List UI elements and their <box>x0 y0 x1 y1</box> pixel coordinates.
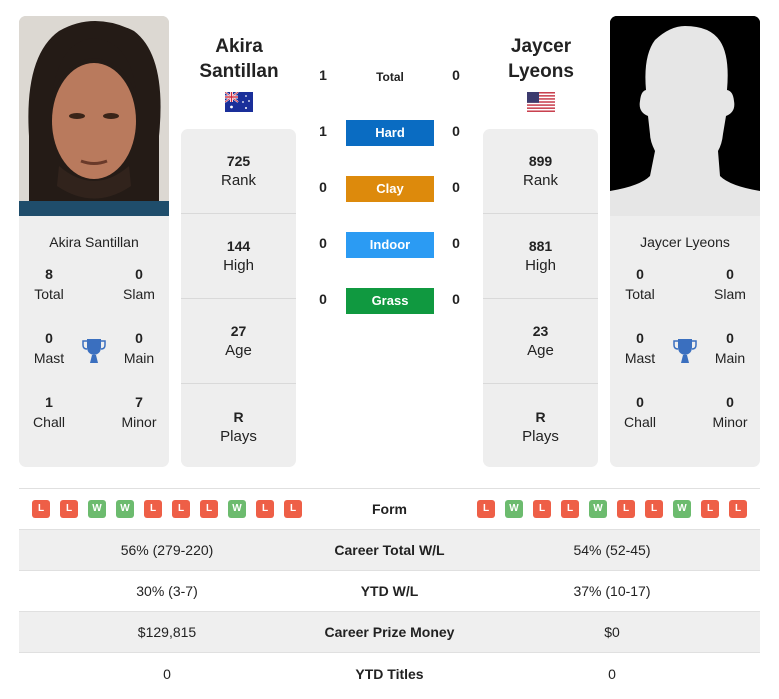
form-win-badge[interactable]: W <box>505 500 523 518</box>
player2-value: 37% (10-17) <box>573 583 651 599</box>
trophy-icon <box>673 339 697 363</box>
h2h-player2-wins: 0 <box>452 235 460 251</box>
surface-total-label: Total <box>376 70 404 84</box>
titles-mast: 0 Mast <box>33 330 65 366</box>
silhouette-icon <box>610 16 760 216</box>
player1-name[interactable]: Akira Santillan <box>174 34 304 84</box>
stat-high: 144 High <box>181 214 296 299</box>
player1-value: 56% (279-220) <box>120 542 214 558</box>
form-loss-badge[interactable]: L <box>645 500 663 518</box>
titles-total: 8 Total <box>34 266 64 302</box>
player1-photo <box>19 16 169 216</box>
table-row: 0 YTD Titles 0 <box>19 653 760 694</box>
titles-minor: 0 Minor <box>712 394 748 430</box>
form-loss-badge[interactable]: L <box>701 500 719 518</box>
australia-flag-icon <box>225 92 253 112</box>
table-row: 30% (3-7) YTD W/L 37% (10-17) <box>19 571 760 612</box>
player1-card-name: Akira Santillan <box>49 234 139 250</box>
row-label: Career Total W/L <box>334 542 445 558</box>
form-win-badge[interactable]: W <box>88 500 106 518</box>
h2h-row-indoor: 0 Indoor 0 <box>310 232 470 258</box>
stat-age: 27 Age <box>181 299 296 384</box>
player2-value: $0 <box>604 624 620 640</box>
form-loss-badge[interactable]: L <box>617 500 635 518</box>
player-face-image <box>19 16 169 216</box>
h2h-player1-wins: 0 <box>319 291 327 307</box>
form-loss-badge[interactable]: L <box>172 500 190 518</box>
player1-stats: 725 Rank 144 High 27 Age R Plays <box>181 129 296 467</box>
form-loss-badge[interactable]: L <box>561 500 579 518</box>
player1-form: LLWWLLLWLL <box>19 500 315 518</box>
titles-minor: 7 Minor <box>121 394 157 430</box>
player2-card-name: Jaycer Lyeons <box>640 234 730 250</box>
form-win-badge[interactable]: W <box>116 500 134 518</box>
surface-clay-label[interactable]: Clay <box>346 176 434 202</box>
surface-indoor-label[interactable]: Indoor <box>346 232 434 258</box>
row-label: YTD W/L <box>360 583 419 599</box>
player1-card: Akira Santillan 8 Total 0 Slam 0 Mast 0 Main… <box>19 16 169 467</box>
row-label: YTD Titles <box>355 665 424 682</box>
stat-plays: R Plays <box>522 408 559 445</box>
comparison-table: LLWWLLLWLL Form LWLLWLLWLL 56% (279-220)… <box>19 488 760 694</box>
h2h-player1-wins: 1 <box>319 123 327 139</box>
titles-main: 0 Main <box>714 330 746 366</box>
titles-slam: 0 Slam <box>123 266 155 302</box>
player2-card: Jaycer Lyeons 0 Total 0 Slam 0 Mast 0 Main 0… <box>610 16 760 467</box>
surface-grass-label[interactable]: Grass <box>346 288 434 314</box>
trophy-icon <box>82 339 106 363</box>
player2-photo-placeholder <box>610 16 760 216</box>
stat-plays: R Plays <box>220 408 257 445</box>
titles-main: 0 Main <box>123 330 155 366</box>
row-label: Career Prize Money <box>324 624 455 640</box>
titles-total: 0 Total <box>625 266 655 302</box>
table-row: $129,815 Career Prize Money $0 <box>19 612 760 653</box>
form-loss-badge[interactable]: L <box>200 500 218 518</box>
form-loss-badge[interactable]: L <box>284 500 302 518</box>
player2-titles: 0 Total 0 Slam 0 Mast 0 Main 0 Chall 0 Minor <box>610 264 760 454</box>
h2h-row-grass: 0 Grass 0 <box>310 288 470 314</box>
form-loss-badge[interactable]: L <box>32 500 50 518</box>
form-win-badge[interactable]: W <box>673 500 691 518</box>
form-row: LLWWLLLWLL Form LWLLWLLWLL <box>19 489 760 530</box>
form-loss-badge[interactable]: L <box>729 500 747 518</box>
form-loss-badge[interactable]: L <box>144 500 162 518</box>
player1-titles: 8 Total 0 Slam 0 Mast 0 Main 1 Chall 7 Minor <box>19 264 169 454</box>
h2h-player1-wins: 0 <box>319 179 327 195</box>
h2h-player1-wins: 1 <box>319 67 327 83</box>
h2h-player1-wins: 0 <box>319 235 327 251</box>
form-loss-badge[interactable]: L <box>60 500 78 518</box>
titles-chall: 0 Chall <box>624 394 656 430</box>
h2h-row-hard: 1 Hard 0 <box>310 120 470 146</box>
stat-age: 23 Age <box>483 299 598 384</box>
h2h-row-clay: 0 Clay 0 <box>310 176 470 202</box>
player1-value: $129,815 <box>137 624 197 640</box>
h2h-player2-wins: 0 <box>452 179 460 195</box>
player2-stats: 899 Rank 881 High 23 Age R Plays <box>483 129 598 467</box>
form-loss-badge[interactable]: L <box>477 500 495 518</box>
player2-value: 0 <box>608 665 616 682</box>
player1-value: 30% (3-7) <box>136 583 198 599</box>
usa-flag-icon <box>527 92 555 112</box>
form-win-badge[interactable]: W <box>228 500 246 518</box>
form-label: Form <box>372 501 407 517</box>
player2-value: 54% (52-45) <box>573 542 651 558</box>
stat-rank: 899 Rank <box>483 129 598 214</box>
titles-mast: 0 Mast <box>624 330 656 366</box>
titles-chall: 1 Chall <box>33 394 65 430</box>
player1-value: 0 <box>163 665 171 682</box>
h2h-player2-wins: 0 <box>452 67 460 83</box>
form-loss-badge[interactable]: L <box>533 500 551 518</box>
h2h-player2-wins: 0 <box>452 291 460 307</box>
stat-high: 881 High <box>483 214 598 299</box>
h2h-player2-wins: 0 <box>452 123 460 139</box>
stat-rank: 725 Rank <box>181 129 296 214</box>
h2h-row-total: 1 Total 0 <box>310 64 470 90</box>
surface-hard-label[interactable]: Hard <box>346 120 434 146</box>
form-loss-badge[interactable]: L <box>256 500 274 518</box>
titles-slam: 0 Slam <box>714 266 746 302</box>
player2-name[interactable]: Jaycer Lyeons <box>476 34 606 84</box>
player2-form: LWLLWLLWLL <box>464 500 760 518</box>
form-win-badge[interactable]: W <box>589 500 607 518</box>
table-row: 56% (279-220) Career Total W/L 54% (52-4… <box>19 530 760 571</box>
